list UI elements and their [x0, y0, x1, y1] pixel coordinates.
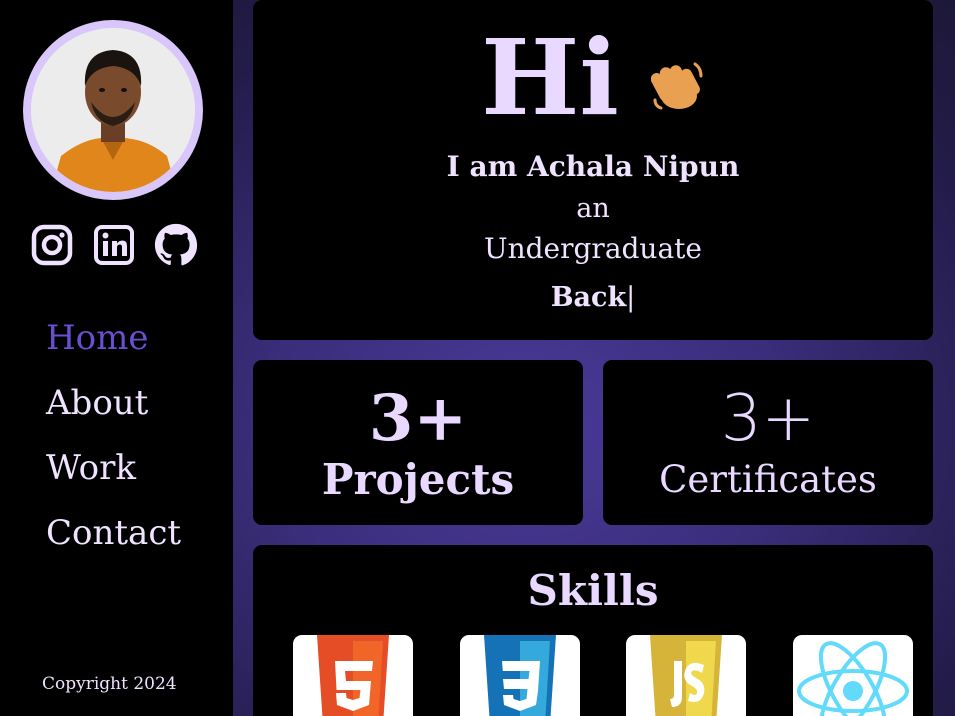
- typing-cursor: |: [626, 282, 636, 313]
- hero-intro: I am Achala Nipun: [253, 150, 933, 183]
- linkedin-icon[interactable]: [92, 222, 136, 268]
- react-icon: [797, 641, 909, 716]
- skill-react: [793, 635, 913, 716]
- copyright: Copyright 2024: [42, 674, 177, 694]
- main-nav: Home About Work Contact: [46, 313, 181, 559]
- skill-html5: [293, 635, 413, 716]
- nav-work[interactable]: Work: [46, 443, 181, 494]
- javascript-icon: [650, 635, 722, 716]
- instagram-icon[interactable]: [30, 222, 74, 268]
- hero-article: an: [576, 193, 610, 224]
- typed-word: Back: [550, 282, 627, 313]
- projects-label: Projects: [321, 455, 515, 504]
- sidebar: Home About Work Contact Copyright 2024: [0, 0, 233, 716]
- skills-title: Skills: [527, 566, 659, 615]
- skills-card: Skills: [253, 545, 933, 716]
- nav-about[interactable]: About: [46, 378, 181, 429]
- social-links: [30, 222, 198, 268]
- github-icon[interactable]: [154, 222, 198, 268]
- certificates-card: 3+ Certificates: [603, 360, 933, 525]
- avatar: [31, 28, 195, 192]
- waving-hand-icon: [650, 62, 703, 110]
- nav-contact[interactable]: Contact: [46, 508, 181, 559]
- nav-home[interactable]: Home: [46, 313, 181, 364]
- hero-card: Hi I am Achala Nipun an Undergraduate Ba…: [253, 0, 933, 340]
- html5-icon: [317, 635, 389, 716]
- hero-name: Achala Nipun: [527, 150, 740, 183]
- hero-greeting: Hi: [253, 18, 933, 138]
- skill-css3: [460, 635, 580, 716]
- avatar-ring: [23, 20, 203, 200]
- skill-javascript: [626, 635, 746, 716]
- intro-prefix: I am: [446, 150, 528, 183]
- certificates-count: 3+: [720, 382, 816, 456]
- typed-text: Back|: [253, 282, 933, 313]
- css3-icon: [484, 635, 556, 716]
- profile-photo: [31, 28, 195, 192]
- greeting-text: Hi: [481, 16, 619, 139]
- certificates-label: Certificates: [659, 458, 877, 501]
- hero-role: Undergraduate: [484, 232, 702, 265]
- projects-card: 3+ Projects: [253, 360, 583, 525]
- projects-count: 3+: [368, 381, 468, 456]
